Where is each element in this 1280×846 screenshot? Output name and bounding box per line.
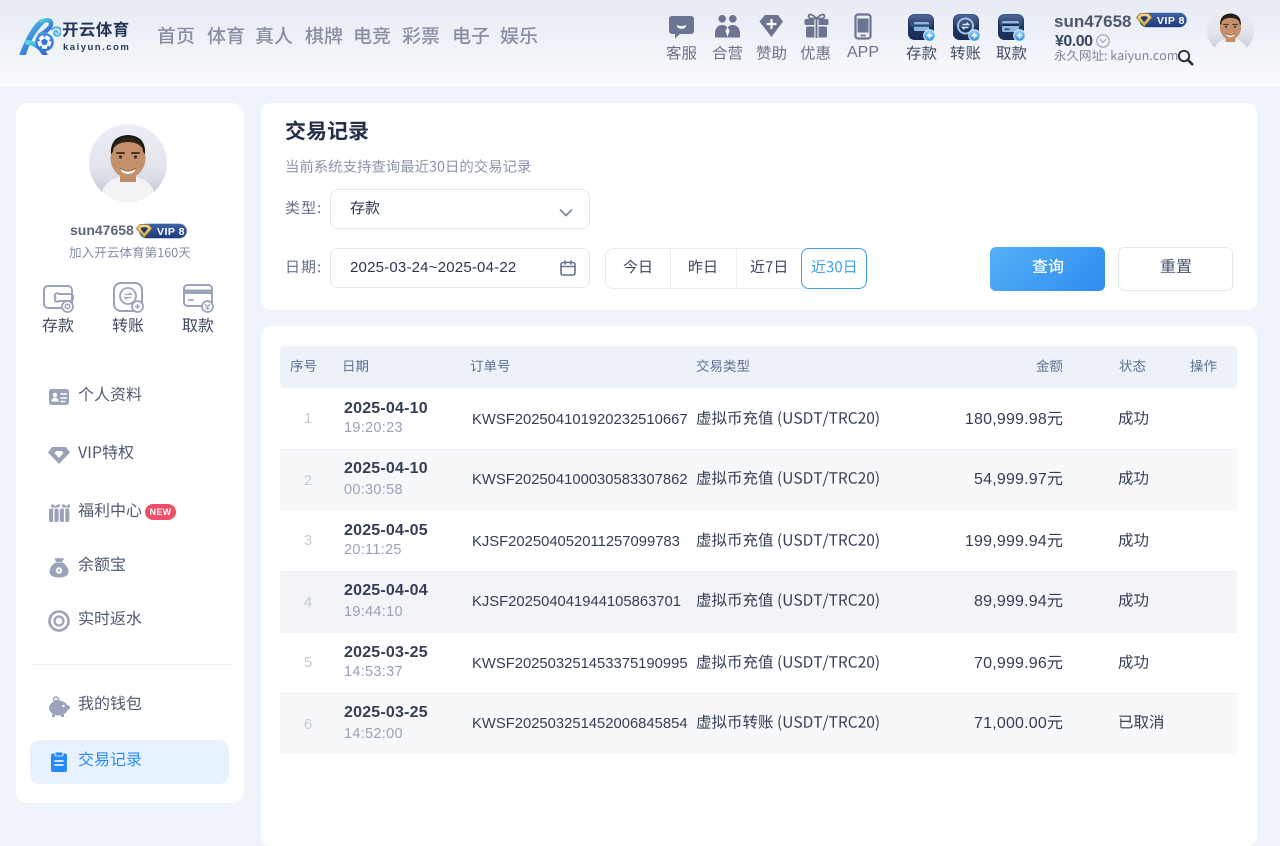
svg-text:VIP 8: VIP 8 (1157, 15, 1185, 27)
svg-text:VIP 8: VIP 8 (157, 226, 185, 238)
